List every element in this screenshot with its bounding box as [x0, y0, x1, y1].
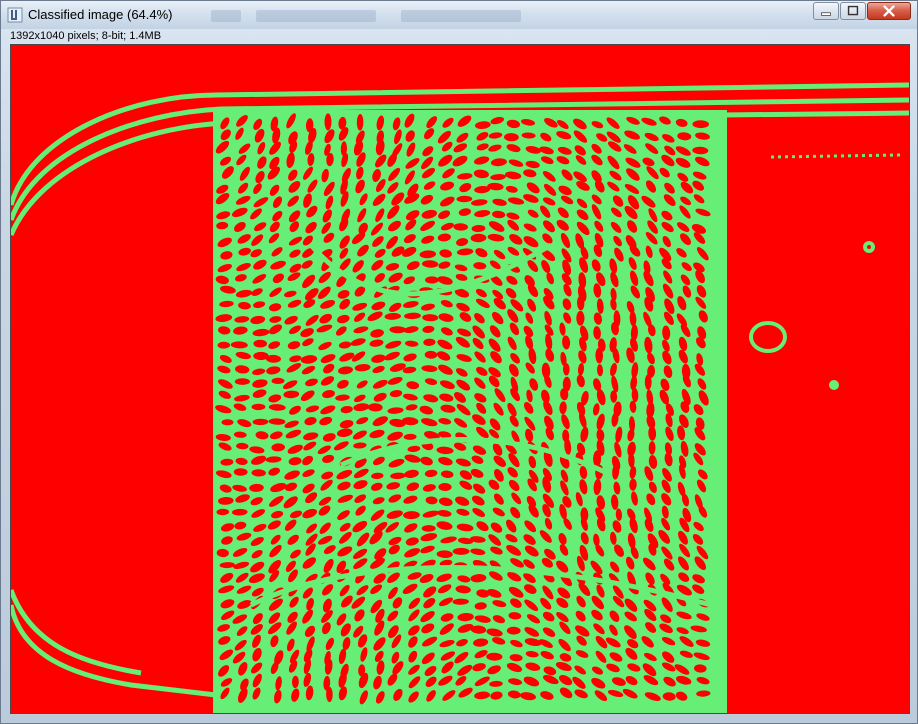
title-bar[interactable]: Classified image (64.4%): [1, 1, 917, 29]
cell: [644, 374, 652, 390]
cell: [324, 113, 332, 131]
classified-image[interactable]: [11, 45, 909, 713]
window-title: Classified image (64.4%): [28, 7, 173, 22]
image-canvas[interactable]: [10, 44, 910, 714]
cell: [271, 377, 285, 384]
image-window: Classified image (64.4%) 1392x1040 pixel…: [0, 0, 918, 724]
background-window-ghost: [401, 10, 521, 22]
cell: [253, 339, 267, 348]
cell: [425, 276, 439, 284]
cell: [452, 547, 470, 555]
close-button[interactable]: [867, 2, 911, 20]
imagej-icon: [7, 7, 23, 23]
cell: [234, 378, 250, 385]
cell: [251, 403, 266, 411]
close-icon: [883, 5, 895, 17]
cell: [576, 310, 585, 326]
minimize-icon: [821, 12, 831, 16]
minimize-button[interactable]: [813, 2, 839, 20]
maximize-icon: [847, 5, 859, 16]
background-window-ghost: [256, 10, 376, 22]
image-info-status: 1392x1040 pixels; 8-bit; 1.4MB: [10, 30, 162, 42]
cell: [221, 419, 234, 426]
background-window-ghost: [211, 10, 241, 22]
cell-pattern: [215, 113, 721, 710]
maximize-button[interactable]: [840, 2, 866, 20]
